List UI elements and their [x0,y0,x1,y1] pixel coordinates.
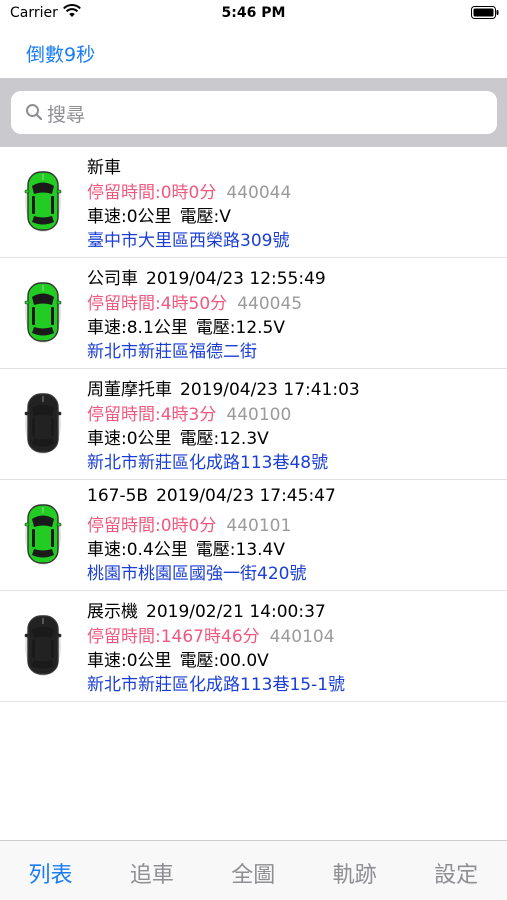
screen: Carrier 5:46 PM 倒數9秒 搜尋 新車 停留時間:0時0分 44004… [0,0,507,900]
vehicle-name: 公司車 [87,269,138,289]
vehicle-row[interactable]: 新車 停留時間:0時0分 440044 車速:0公里 電壓:V 臺中市大里區西榮路309號 [0,147,507,258]
voltage-value: 00.0V [219,651,269,671]
tab-4[interactable]: 設定 [406,857,507,889]
stay-time-label: 停留時間: [87,405,161,425]
voltage-label: 電壓: [179,429,220,449]
voltage-label: 電壓: [179,651,220,671]
speed-voltage-line: 車速:8.1公里 電壓:12.5V [87,313,285,338]
vehicle-header: 新車 [87,153,121,178]
vehicle-header: 展示機 2019/02/21 14:00:37 [87,597,326,622]
vehicle-header: 167-5B 2019/04/23 17:45:47 [87,486,336,506]
speed-value: 0公里 [126,651,172,671]
speed-label: 車速: [87,540,127,560]
tab-1[interactable]: 追車 [101,857,202,889]
vehicle-address: 臺中市大里區西榮路309號 [87,231,290,251]
vehicle-row[interactable]: 周董摩托車 2019/04/23 17:41:03 停留時間:4時3分 440100 車… [0,369,507,480]
green-car-icon [24,171,62,232]
speed-value: 0公里 [126,207,172,227]
speed-value: 0.4公里 [126,540,188,560]
stay-time-value: 4時3分 [160,405,217,425]
vehicle-header: 周董摩托車 2019/04/23 17:41:03 [87,375,360,400]
speed-voltage-line: 車速:0.4公里 電壓:13.4V [87,535,285,560]
speed-voltage-line: 車速:0公里 電壓:00.0V [87,646,269,671]
voltage-label: 電壓: [195,540,236,560]
voltage-value: 12.3V [219,429,269,449]
vehicle-row[interactable]: 展示機 2019/02/21 14:00:37 停留時間:1467時46分 44010… [0,591,507,702]
speed-label: 車速: [87,429,127,449]
stay-time-value: 1467時46分 [160,627,260,647]
tab-0[interactable]: 列表 [0,857,101,889]
status-time: 5:46 PM [221,5,286,21]
black-car-icon [24,393,62,454]
vehicle-row[interactable]: 公司車 2019/04/23 12:55:49 停留時間:4時50分 440045 車速… [0,258,507,369]
vehicle-address: 新北市新莊區化成路113巷48號 [87,453,329,473]
tab-2[interactable]: 全圖 [203,857,304,889]
stay-time-value: 0時0分 [160,516,217,536]
speed-voltage-line: 車速:0公里 電壓:V [87,202,231,227]
stay-time-label: 停留時間: [87,294,161,314]
speed-voltage-line: 車速:0公里 電壓:12.3V [87,424,269,449]
voltage-value: 13.4V [235,540,285,560]
speed-label: 車速: [87,318,127,338]
voltage-value: V [219,207,231,227]
stay-time-label: 停留時間: [87,183,161,203]
vehicle-name: 167-5B [87,486,149,506]
battery-icon [471,6,499,19]
voltage-label: 電壓: [195,318,236,338]
search-input[interactable]: 搜尋 [11,91,497,134]
device-id: 440100 [226,405,292,425]
tab-bar: 列表 追車 全圖 軌跡 設定 [0,840,507,900]
speed-label: 車速: [87,651,127,671]
vehicle-datetime: 2019/04/23 17:41:03 [180,380,360,400]
voltage-label: 電壓: [179,207,220,227]
speed-value: 0公里 [126,429,172,449]
device-id: 440104 [269,627,335,647]
stay-time-value: 4時50分 [160,294,228,314]
vehicle-row[interactable]: 167-5B 2019/04/23 17:45:47 停留時間:0時0分 440101… [0,480,507,591]
stay-time-label: 停留時間: [87,516,161,536]
vehicle-list: 新車 停留時間:0時0分 440044 車速:0公里 電壓:V 臺中市大里區西榮路309號… [0,147,507,702]
vehicle-datetime: 2019/02/21 14:00:37 [146,602,326,622]
vehicle-datetime: 2019/04/23 12:55:49 [146,269,326,289]
vehicle-name: 展示機 [87,602,138,622]
device-id: 440101 [226,516,292,536]
vehicle-address: 桃園市桃園區國強一街420號 [87,564,307,584]
stay-time-line: 停留時間:1467時46分 440104 [87,622,335,647]
countdown-button[interactable]: 倒數9秒 [26,40,95,67]
stay-time-label: 停留時間: [87,627,161,647]
search-bar: 搜尋 [0,78,507,147]
device-id: 440044 [226,183,292,203]
vehicle-name: 周董摩托車 [87,380,172,400]
search-placeholder: 搜尋 [47,104,86,126]
black-car-icon [24,615,62,676]
vehicle-header: 公司車 2019/04/23 12:55:49 [87,264,326,289]
search-icon [26,104,43,121]
vehicle-address: 新北市新莊區化成路113巷15-1號 [87,675,346,695]
navigation-bar: 倒數9秒 [0,28,507,78]
stay-time-line: 停留時間:4時50分 440045 [87,289,302,314]
voltage-value: 12.5V [235,318,285,338]
green-car-icon [24,504,62,565]
speed-value: 8.1公里 [126,318,188,338]
stay-time-line: 停留時間:0時0分 440101 [87,511,291,536]
vehicle-name: 新車 [87,158,121,178]
green-car-icon [24,282,62,343]
stay-time-line: 停留時間:0時0分 440044 [87,178,291,203]
tab-3[interactable]: 軌跡 [304,857,405,889]
vehicle-address: 新北市新莊區福德二街 [87,342,257,362]
stay-time-line: 停留時間:4時3分 440100 [87,400,291,425]
stay-time-value: 0時0分 [160,183,217,203]
vehicle-datetime: 2019/04/23 17:45:47 [156,486,336,506]
speed-label: 車速: [87,207,127,227]
device-id: 440045 [237,294,303,314]
status-bar: Carrier 5:46 PM [0,0,507,28]
